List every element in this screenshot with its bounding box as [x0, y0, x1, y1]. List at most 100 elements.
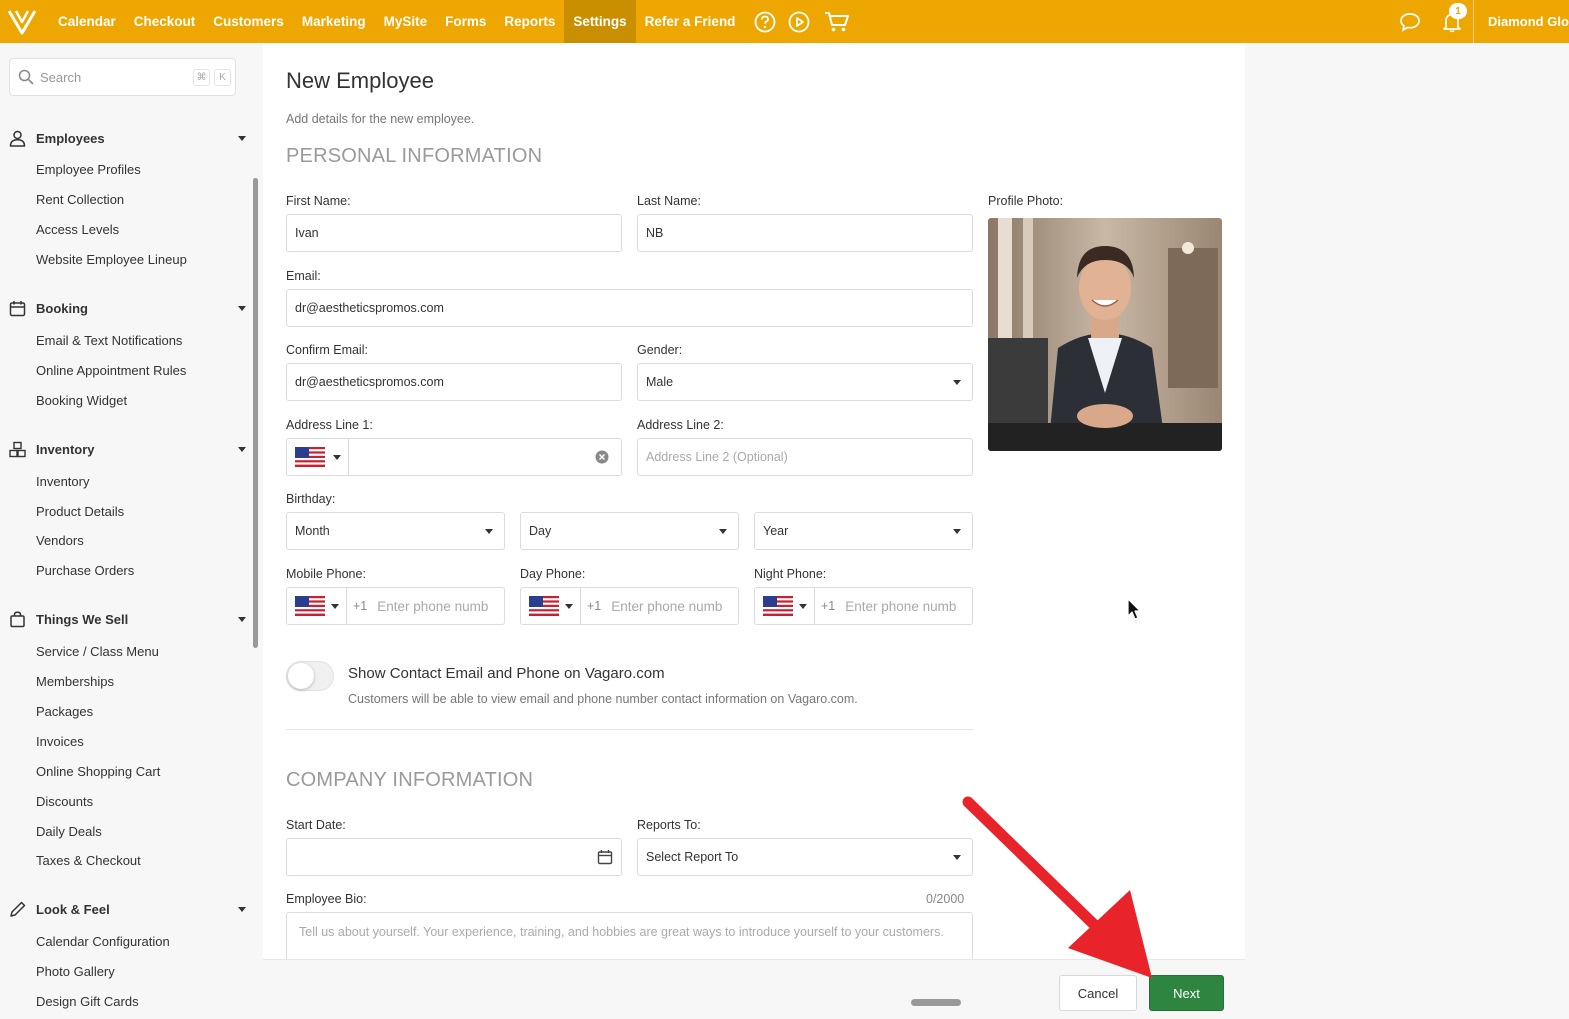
nav-reports[interactable]: Reports [495, 0, 564, 43]
profile-photo-label: Profile Photo: [988, 194, 1064, 208]
sidebar-section-label: Inventory [36, 441, 95, 457]
calendar-icon [9, 301, 26, 317]
red-annotation-arrow [962, 796, 1152, 978]
sidebar-scrollbar[interactable] [253, 178, 258, 648]
confirm-email-field[interactable]: dr@aestheticspromos.com [286, 363, 622, 401]
sidebar-item-calendar-configuration[interactable]: Calendar Configuration [0, 927, 254, 957]
chevron-down-icon [719, 529, 727, 534]
sidebar-section-label: Things We Sell [36, 612, 129, 628]
sidebar-item-memberships[interactable]: Memberships [0, 667, 254, 697]
day-phone-country-selector[interactable] [521, 588, 581, 624]
sidebar-item-website-employee-lineup[interactable]: Website Employee Lineup [0, 245, 254, 275]
help-icon[interactable] [752, 0, 778, 43]
sidebar-item-vendors[interactable]: Vendors [0, 526, 254, 556]
chevron-down-icon[interactable] [238, 446, 246, 452]
day-phone-placeholder: Enter phone numb [611, 598, 723, 614]
sidebar-item-daily-deals[interactable]: Daily Deals [0, 816, 254, 846]
sidebar-section-look-feel[interactable]: Look & Feel [0, 893, 254, 927]
employee-bio-textarea[interactable]: Tell us about yourself. Your experience,… [286, 912, 973, 959]
nav-settings[interactable]: Settings [564, 0, 636, 43]
employee-bio-label: Employee Bio: [286, 892, 367, 906]
last-name-label: Last Name: [637, 194, 701, 208]
night-phone-country-selector[interactable] [755, 588, 815, 624]
email-field[interactable]: dr@aestheticspromos.com [286, 289, 973, 327]
sidebar-item-photo-gallery[interactable]: Photo Gallery [0, 957, 254, 987]
sidebar-section-things-we-sell[interactable]: Things We Sell [0, 603, 254, 637]
sidebar-menu: Employees Employee Profiles Rent Collect… [0, 121, 254, 1017]
vagaro-logo[interactable] [0, 0, 44, 43]
confirm-email-value: dr@aestheticspromos.com [295, 375, 444, 389]
play-video-icon[interactable] [786, 0, 812, 43]
show-contact-toggle-description: Customers will be able to view email and… [348, 692, 858, 706]
sidebar-item-product-details[interactable]: Product Details [0, 496, 254, 526]
notifications-bell-icon[interactable]: 1 [1431, 0, 1473, 43]
start-date-field[interactable] [286, 838, 622, 876]
sidebar-item-booking-widget[interactable]: Booking Widget [0, 385, 254, 415]
address-line-1-field[interactable] [286, 438, 622, 476]
first-name-field[interactable]: Ivan [286, 214, 622, 252]
calendar-icon[interactable] [597, 849, 613, 865]
sidebar-item-service-class-menu[interactable]: Service / Class Menu [0, 637, 254, 667]
chat-icon[interactable] [1389, 0, 1431, 43]
shortcut-key-cmd: ⌘ [193, 68, 210, 86]
nav-refer-a-friend[interactable]: Refer a Friend [636, 0, 745, 43]
nav-calendar[interactable]: Calendar [49, 0, 125, 43]
sidebar-section-employees[interactable]: Employees [0, 121, 254, 155]
account-name[interactable]: Diamond Glo [1473, 0, 1569, 43]
pencil-icon [10, 902, 26, 918]
sidebar-item-taxes-checkout[interactable]: Taxes & Checkout [0, 846, 254, 876]
sidebar-section-booking[interactable]: Booking [0, 292, 254, 326]
nav-marketing[interactable]: Marketing [293, 0, 375, 43]
reports-to-value: Select Report To [646, 850, 739, 864]
sidebar-item-design-gift-cards[interactable]: Design Gift Cards [0, 987, 254, 1017]
reports-to-select[interactable]: Select Report To [637, 838, 973, 876]
country-flag-selector[interactable] [287, 439, 349, 475]
gender-select[interactable]: Male [637, 363, 973, 401]
sidebar-item-discounts[interactable]: Discounts [0, 786, 254, 816]
sidebar-item-online-appointment-rules[interactable]: Online Appointment Rules [0, 355, 254, 385]
sidebar-section-label: Look & Feel [36, 902, 110, 918]
chevron-down-icon[interactable] [238, 907, 246, 913]
sidebar-item-online-shopping-cart[interactable]: Online Shopping Cart [0, 756, 254, 786]
us-flag-icon [295, 447, 325, 467]
address-line-2-field[interactable]: Address Line 2 (Optional) [637, 438, 973, 476]
chevron-down-icon[interactable] [238, 306, 246, 312]
nav-checkout[interactable]: Checkout [125, 0, 205, 43]
chevron-down-icon[interactable] [238, 617, 246, 623]
drag-handle[interactable] [911, 999, 961, 1006]
profile-photo[interactable] [988, 218, 1222, 451]
night-phone-field[interactable]: +1 Enter phone numb [754, 587, 973, 625]
page-subtitle: Add details for the new employee. [286, 112, 475, 126]
top-nav-bar: Calendar Checkout Customers Marketing My… [0, 0, 1569, 43]
show-contact-toggle[interactable] [286, 661, 334, 691]
nav-customers[interactable]: Customers [204, 0, 293, 43]
company-info-heading: COMPANY INFORMATION [286, 769, 534, 791]
sidebar-item-packages[interactable]: Packages [0, 697, 254, 727]
sidebar-item-rent-collection[interactable]: Rent Collection [0, 185, 254, 215]
mobile-phone-field[interactable]: +1 Enter phone numb [286, 587, 505, 625]
sidebar-section-inventory[interactable]: Inventory [0, 432, 254, 466]
birthday-month-select[interactable]: Month [286, 512, 505, 550]
sidebar-item-access-levels[interactable]: Access Levels [0, 215, 254, 245]
night-phone-placeholder: Enter phone numb [845, 598, 957, 614]
sidebar-item-inventory[interactable]: Inventory [0, 466, 254, 496]
shopping-cart-icon[interactable] [824, 0, 850, 43]
day-phone-field[interactable]: +1 Enter phone numb [520, 587, 739, 625]
sidebar-item-invoices[interactable]: Invoices [0, 726, 254, 756]
shortcut-key-k: K [214, 68, 231, 86]
sidebar-item-employee-profiles[interactable]: Employee Profiles [0, 155, 254, 185]
sidebar-search-input[interactable]: Search ⌘ K [9, 58, 236, 96]
sidebar-item-purchase-orders[interactable]: Purchase Orders [0, 556, 254, 586]
mobile-phone-code: +1 [353, 599, 368, 613]
nav-forms[interactable]: Forms [436, 0, 495, 43]
last-name-field[interactable]: NB [637, 214, 973, 252]
mobile-phone-country-selector[interactable] [287, 588, 347, 624]
clear-icon[interactable] [595, 450, 609, 464]
birthday-year-select[interactable]: Year [754, 512, 973, 550]
birthday-day-select[interactable]: Day [520, 512, 739, 550]
search-icon [18, 69, 34, 85]
nav-mysite[interactable]: MySite [375, 0, 437, 43]
chevron-down-icon[interactable] [238, 135, 246, 141]
chevron-down-icon [331, 603, 339, 609]
sidebar-item-email-text-notifications[interactable]: Email & Text Notifications [0, 326, 254, 356]
